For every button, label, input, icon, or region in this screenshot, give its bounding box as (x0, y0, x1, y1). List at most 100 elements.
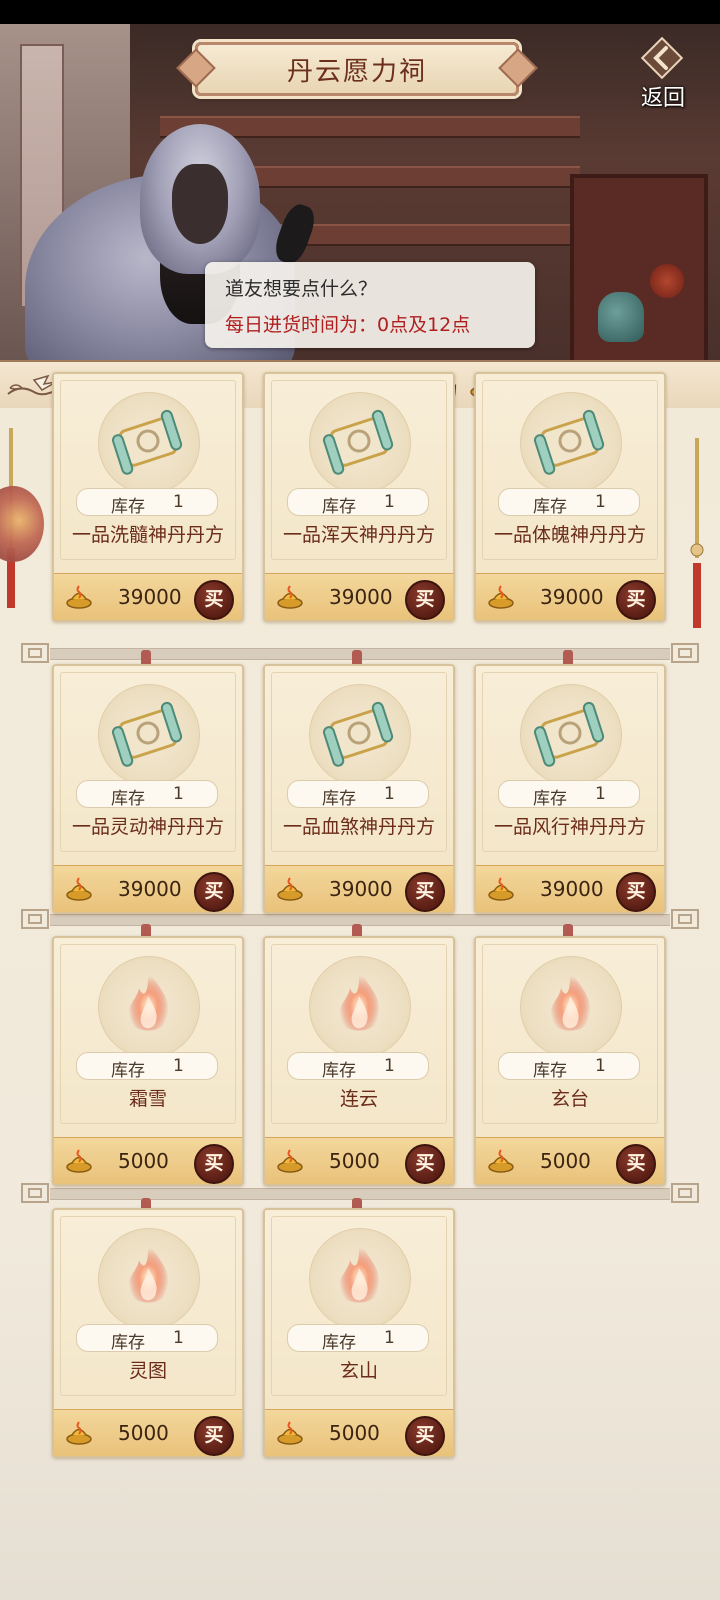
incense-burner-icon (488, 585, 514, 609)
stock-pill: 库存 1 (287, 780, 429, 809)
buy-button[interactable]: 买 (194, 872, 234, 912)
shop-item-card[interactable]: 库存 1 一品灵动神丹丹方 39000 买 (52, 664, 244, 914)
item-name: 一品血煞神丹丹方 (282, 816, 435, 838)
buy-button[interactable]: 买 (405, 872, 445, 912)
dialog-greeting: 道友想要点什么？ (225, 278, 378, 300)
flame-icon (339, 970, 380, 1031)
shop-item-card[interactable]: 库存 1 霜雪 5000 买 (52, 936, 244, 1186)
back-arrow-icon (640, 36, 684, 80)
stock-pill: 库存 1 (76, 1052, 218, 1081)
buy-button[interactable]: 买 (616, 872, 656, 912)
stock-count: 1 (384, 1056, 395, 1076)
flame-icon (550, 970, 591, 1031)
vase-decoration (598, 292, 644, 342)
price-bar: 39000 买 (476, 865, 664, 912)
item-name: 一品体魄神丹丹方 (493, 524, 646, 546)
back-button[interactable]: 返回 (630, 36, 696, 111)
scroll-icon (111, 409, 183, 475)
incense-burner-icon (66, 1149, 92, 1173)
stock-count: 1 (384, 492, 395, 512)
dialog-restock-time: 每日进货时间为：0点及12点 (225, 314, 471, 336)
item-price: 39000 (118, 585, 182, 609)
stock-count: 1 (384, 784, 395, 804)
stock-pill: 库存 1 (287, 1324, 429, 1353)
scroll-icon (322, 701, 394, 767)
stock-pill: 库存 1 (76, 488, 218, 517)
incense-burner-icon (488, 1149, 514, 1173)
stock-count: 1 (595, 1056, 606, 1076)
price-bar: 39000 买 (265, 865, 453, 912)
stock-label: 库存 (322, 789, 356, 809)
incense-burner-icon (277, 1421, 303, 1445)
flame-icon (128, 1242, 169, 1303)
stock-label: 库存 (111, 789, 145, 809)
shop-item-card[interactable]: 库存 1 连云 5000 买 (263, 936, 455, 1186)
buy-button[interactable]: 买 (405, 1144, 445, 1184)
npc-mask (172, 164, 228, 244)
price-bar: 5000 买 (54, 1137, 242, 1184)
shop-item-card[interactable]: 库存 1 一品血煞神丹丹方 39000 买 (263, 664, 455, 914)
item-price: 39000 (118, 877, 182, 901)
item-name: 连云 (339, 1088, 378, 1110)
stock-label: 库存 (322, 1333, 356, 1353)
item-price: 39000 (329, 585, 393, 609)
stock-count: 1 (173, 1328, 184, 1348)
buy-button[interactable]: 买 (194, 1144, 234, 1184)
side-avatar-bubble[interactable] (0, 486, 44, 562)
item-name: 灵图 (128, 1360, 167, 1382)
status-bar (0, 0, 720, 24)
incense-burner-icon (66, 877, 92, 901)
buy-button[interactable]: 买 (616, 580, 656, 620)
shop-item-card[interactable]: 库存 1 玄台 5000 买 (474, 936, 666, 1186)
incense-burner-icon (66, 1421, 92, 1445)
npc-dialog-box: 道友想要点什么？ 每日进货时间为：0点及12点 (205, 262, 535, 348)
stock-count: 1 (173, 784, 184, 804)
price-bar: 39000 买 (265, 573, 453, 620)
scroll-icon (111, 701, 183, 767)
stock-label: 库存 (322, 1061, 356, 1081)
buy-button[interactable]: 买 (405, 1416, 445, 1456)
shop-item-card[interactable]: 库存 1 一品体魄神丹丹方 39000 买 (474, 372, 666, 622)
page-title: 丹云愿力祠 (286, 56, 427, 87)
shop-item-card[interactable]: 库存 1 灵图 5000 买 (52, 1208, 244, 1458)
buy-button[interactable]: 买 (616, 1144, 656, 1184)
item-name: 玄台 (550, 1088, 589, 1110)
shop-grid: 库存 1 一品洗髓神丹丹方 39000 买 库存 1 一品浑天神丹丹方 3900… (0, 372, 720, 1600)
stock-count: 1 (173, 1056, 184, 1076)
divider-cap-icon (21, 643, 49, 663)
incense-burner-icon (66, 585, 92, 609)
divider-cap-icon (671, 643, 699, 663)
price-bar: 39000 买 (54, 573, 242, 620)
buy-button[interactable]: 买 (194, 580, 234, 620)
price-bar: 39000 买 (54, 865, 242, 912)
incense-burner-icon (488, 877, 514, 901)
item-price: 5000 (118, 1149, 169, 1173)
flame-icon (339, 1242, 380, 1303)
buy-button[interactable]: 买 (405, 580, 445, 620)
shop-item-card[interactable]: 库存 1 一品洗髓神丹丹方 39000 买 (52, 372, 244, 622)
incense-burner-icon (277, 1149, 303, 1173)
buy-button[interactable]: 买 (194, 1416, 234, 1456)
divider-cap-icon (671, 909, 699, 929)
shop-item-card[interactable]: 库存 1 一品风行神丹丹方 39000 买 (474, 664, 666, 914)
stock-label: 库存 (322, 497, 356, 517)
stock-label: 库存 (111, 1333, 145, 1353)
price-bar: 39000 买 (476, 573, 664, 620)
tassel-right-icon (690, 438, 704, 628)
divider-cap-icon (671, 1183, 699, 1203)
price-bar: 5000 买 (265, 1409, 453, 1456)
shop-item-card[interactable]: 库存 1 玄山 5000 买 (263, 1208, 455, 1458)
stock-pill: 库存 1 (76, 1324, 218, 1353)
shop-item-card[interactable]: 库存 1 一品浑天神丹丹方 39000 买 (263, 372, 455, 622)
item-name: 一品灵动神丹丹方 (71, 816, 224, 838)
item-name: 一品浑天神丹丹方 (282, 524, 435, 546)
item-name: 玄山 (339, 1360, 378, 1382)
scroll-icon (533, 701, 605, 767)
stock-count: 1 (595, 784, 606, 804)
stock-label: 库存 (111, 1061, 145, 1081)
item-price: 39000 (540, 877, 604, 901)
item-price: 5000 (329, 1149, 380, 1173)
item-price: 5000 (540, 1149, 591, 1173)
item-price: 39000 (329, 877, 393, 901)
price-bar: 5000 买 (476, 1137, 664, 1184)
